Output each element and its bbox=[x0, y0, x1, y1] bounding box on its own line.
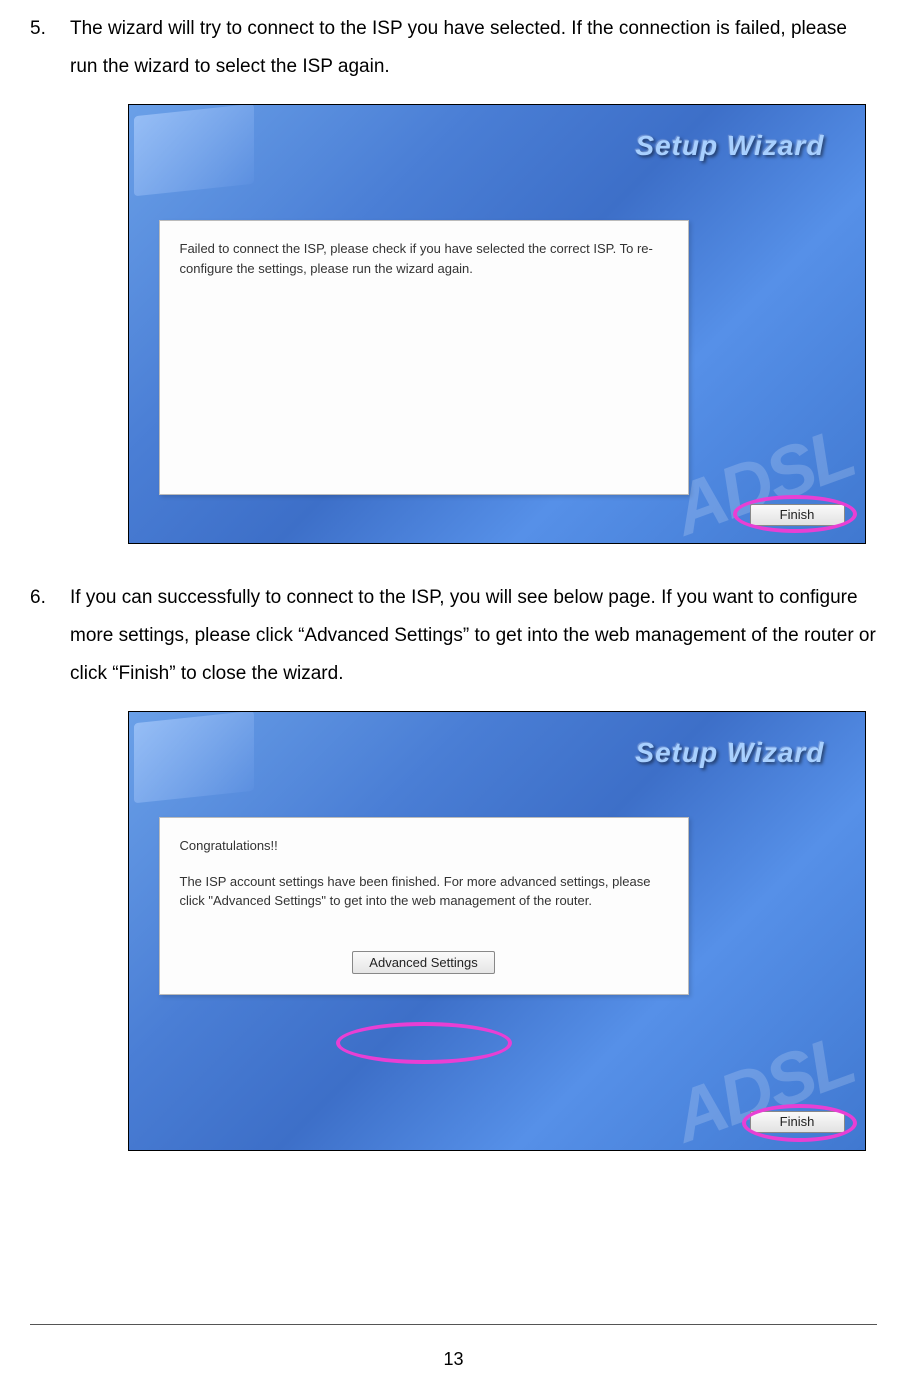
fail-message: Failed to connect the ISP, please check … bbox=[180, 239, 668, 278]
dialog-panel-success: Congratulations!! The ISP account settin… bbox=[159, 817, 689, 995]
wizard-screenshot-fail: Setup Wizard ADSL Failed to connect the … bbox=[128, 104, 866, 544]
footer-divider bbox=[30, 1324, 877, 1325]
wizard-title: Setup Wizard bbox=[635, 130, 824, 162]
screenshot-1-container: Setup Wizard ADSL Failed to connect the … bbox=[84, 104, 824, 544]
highlight-oval-advanced bbox=[336, 1022, 512, 1064]
screenshot-2-container: Setup Wizard ADSL Congratulations!! The … bbox=[84, 711, 824, 1151]
step-5-text: The wizard will try to connect to the IS… bbox=[70, 10, 877, 86]
finish-button[interactable]: Finish bbox=[750, 504, 845, 526]
step-6-text: If you can successfully to connect to th… bbox=[70, 579, 877, 693]
wizard-header: Setup Wizard bbox=[135, 724, 855, 782]
success-heading: Congratulations!! bbox=[180, 836, 668, 856]
advanced-settings-wrap: Advanced Settings bbox=[180, 951, 668, 974]
success-message: The ISP account settings have been finis… bbox=[180, 872, 668, 911]
wizard-header: Setup Wizard bbox=[135, 117, 855, 175]
page-number: 13 bbox=[0, 1349, 907, 1370]
wizard-title: Setup Wizard bbox=[635, 737, 824, 769]
dialog-panel-fail: Failed to connect the ISP, please check … bbox=[159, 220, 689, 495]
step-6-number: 6. bbox=[30, 579, 70, 693]
advanced-settings-button[interactable]: Advanced Settings bbox=[352, 951, 494, 974]
step-6: 6. If you can successfully to connect to… bbox=[30, 579, 877, 693]
step-5: 5. The wizard will try to connect to the… bbox=[30, 10, 877, 86]
finish-button[interactable]: Finish bbox=[750, 1111, 845, 1133]
wizard-screenshot-success: Setup Wizard ADSL Congratulations!! The … bbox=[128, 711, 866, 1151]
step-5-number: 5. bbox=[30, 10, 70, 86]
